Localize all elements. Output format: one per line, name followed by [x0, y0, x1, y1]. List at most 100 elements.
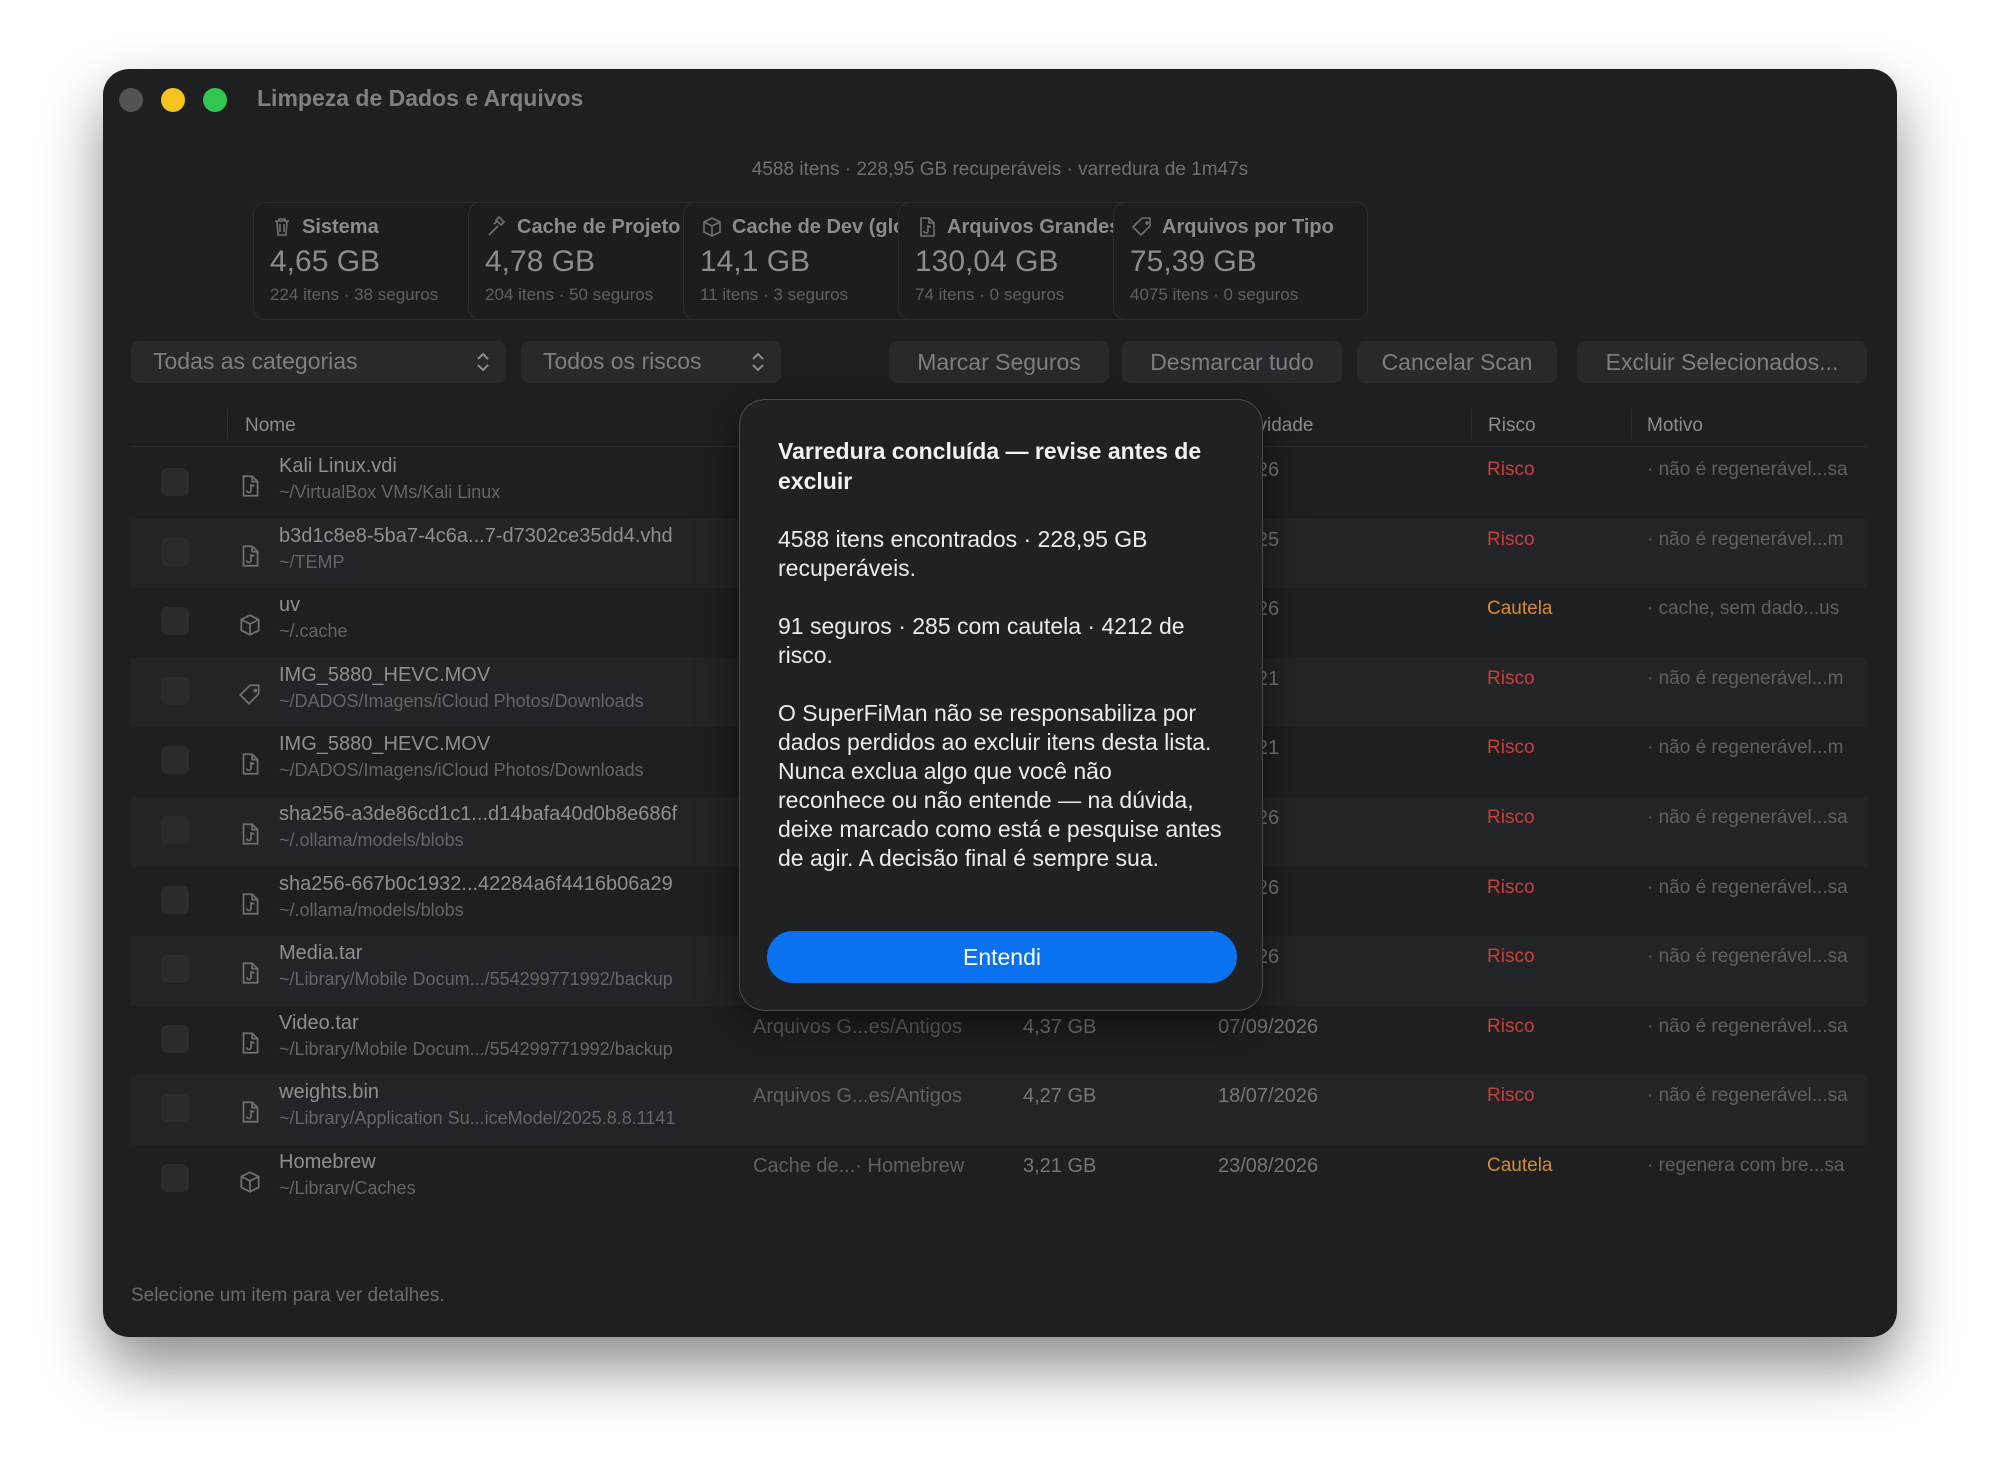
chevron-updown-icon	[477, 352, 489, 372]
row-checkbox[interactable]	[161, 1163, 189, 1192]
file-name: b3d1c8e8-5ba7-4c6a...7-d7302ce35dd4.vhd	[279, 524, 673, 547]
reason-text: · não é regenerável...m	[1647, 667, 1844, 689]
file-path: ~/DADOS/Imagens/iCloud Photos/Downloads	[279, 690, 644, 711]
file-category: Arquivos G...es/Antigos	[753, 1085, 962, 1108]
column-header-name[interactable]: Nome	[245, 415, 296, 437]
file-name: Kali Linux.vdi	[279, 455, 397, 477]
file-path: ~/Library/Mobile Docum.../554299771992/b…	[279, 969, 673, 990]
card-title: Sistema	[302, 215, 379, 238]
card-item-count: 11 itens · 3 seguros	[700, 285, 849, 304]
last-activity-date: 07/09/2026	[1218, 1015, 1319, 1038]
title-bar: Limpeza de Dados e Arquivos	[103, 69, 1897, 129]
column-divider	[1471, 409, 1472, 439]
reason-text: · não é regenerável...sa	[1647, 946, 1848, 968]
file-path: ~/Library/Application Su...iceModel/2025…	[279, 1108, 676, 1129]
reason-text: · não é regenerável...sa	[1647, 806, 1848, 828]
chevron-updown-icon	[752, 352, 764, 372]
document-icon	[242, 823, 259, 845]
dialog-risk-breakdown-text: 91 seguros · 285 com cautela · 4212 de r…	[778, 613, 1185, 668]
file-path: ~/Library/Caches	[279, 1177, 416, 1195]
row-checkbox[interactable]	[161, 746, 189, 775]
card-size-value: 4,78 GB	[485, 245, 596, 278]
card-item-count: 204 itens · 50 seguros	[485, 285, 654, 304]
hammer-icon	[488, 215, 506, 236]
card-item-count: 74 itens · 0 seguros	[915, 285, 1065, 304]
row-checkbox[interactable]	[161, 815, 189, 844]
table-row[interactable]: Homebrew ~/Library/Caches Cache de...· Hom…	[131, 1145, 1867, 1195]
table-row[interactable]: weights.bin ~/Library/Application Su...ic…	[131, 1075, 1867, 1145]
table-row[interactable]: Video.tar ~/Library/Mobile Docum.../55429…	[131, 1006, 1867, 1076]
status-footer: Selecione um item para ver detalhes.	[131, 1285, 445, 1306]
file-path: ~/.cache	[279, 621, 348, 642]
risk-badge: Risco	[1487, 946, 1535, 968]
reason-text: · não é regenerável...sa	[1647, 876, 1848, 898]
dialog-title: Varredura concluída — revise antes de ex…	[778, 438, 1202, 494]
file-size: 4,27 GB	[1023, 1085, 1097, 1108]
card-size-value: 75,39 GB	[1130, 245, 1257, 278]
row-checkbox[interactable]	[161, 468, 189, 496]
card-header: Cache de Dev (global)	[700, 215, 937, 239]
mark-safe-button[interactable]: Marcar Seguros	[889, 341, 1109, 383]
file-name: uv	[279, 594, 301, 617]
row-checkbox[interactable]	[161, 1094, 189, 1123]
document-icon	[242, 753, 259, 775]
column-header-reason[interactable]: Motivo	[1647, 415, 1703, 437]
card-header: Sistema	[270, 215, 491, 239]
reason-text: · não é regenerável...sa	[1647, 1085, 1848, 1107]
document-icon	[242, 475, 259, 497]
risk-filter-select[interactable]: Todos os riscos	[521, 341, 781, 383]
zoom-window-button[interactable]	[203, 88, 227, 112]
file-name: Homebrew	[279, 1150, 376, 1173]
card-header: Arquivos por Tipo	[1130, 215, 1351, 239]
card-item-count: 224 itens · 38 seguros	[270, 285, 439, 304]
card-title: Arquivos por Tipo	[1162, 215, 1334, 238]
risk-badge: Cautela	[1487, 598, 1553, 620]
card-header: Arquivos Grandes/Antigos	[915, 215, 1152, 239]
file-name: IMG_5880_HEVC.MOV	[279, 733, 491, 756]
file-category: Arquivos G...es/Antigos	[753, 1015, 962, 1038]
row-checkbox[interactable]	[161, 885, 189, 914]
close-window-button[interactable]	[119, 88, 143, 112]
scan-summary: 4588 itens · 228,95 GB recuperáveis · va…	[751, 159, 1249, 180]
file-path: ~/TEMP	[279, 551, 345, 572]
box-icon	[703, 217, 721, 237]
file-category: Cache de...· Homebrew	[753, 1154, 965, 1177]
trash-icon	[275, 218, 289, 236]
file-path: ~/DADOS/Imagens/iCloud Photos/Downloads	[279, 760, 644, 781]
reason-text: · não é regenerável...m	[1647, 737, 1844, 759]
risk-badge: Risco	[1487, 876, 1535, 898]
card-title: Cache de Projeto	[517, 215, 681, 238]
file-size: 4,37 GB	[1023, 1015, 1097, 1038]
understood-button[interactable]: Entendi	[767, 931, 1237, 983]
reason-text: · não é regenerável...m	[1647, 528, 1844, 550]
last-activity-date: 18/07/2026	[1218, 1085, 1319, 1108]
reason-text: · cache, sem dado...us	[1647, 598, 1840, 620]
row-checkbox[interactable]	[161, 676, 189, 705]
risk-badge: Cautela	[1487, 1154, 1553, 1176]
reason-text: · não é regenerável...sa	[1647, 459, 1848, 480]
file-path: ~/Library/Mobile Docum.../554299771992/b…	[279, 1038, 673, 1059]
minimize-window-button[interactable]	[161, 88, 185, 112]
risk-badge: Risco	[1487, 806, 1535, 828]
box-icon	[240, 1171, 260, 1193]
risk-badge: Risco	[1487, 1015, 1535, 1037]
file-size: 3,21 GB	[1023, 1154, 1097, 1177]
row-checkbox[interactable]	[161, 1024, 189, 1053]
file-name: sha256-a3de86cd1c1...d14bafa40d0b8e686f	[279, 802, 678, 825]
card-size-value: 130,04 GB	[915, 245, 1059, 278]
column-header-risk[interactable]: Risco	[1488, 415, 1536, 437]
document-icon	[920, 217, 935, 237]
row-checkbox[interactable]	[161, 537, 189, 566]
summary-card[interactable]: Arquivos por Tipo 75,39 GB 4075 itens · 0 …	[1113, 202, 1368, 320]
cancel-scan-button[interactable]: Cancelar Scan	[1357, 341, 1557, 383]
document-icon	[242, 1101, 259, 1123]
card-size-value: 14,1 GB	[700, 245, 811, 278]
row-checkbox[interactable]	[161, 607, 189, 636]
reason-text: · não é regenerável...sa	[1647, 1015, 1848, 1037]
delete-selected-button[interactable]: Excluir Selecionados...	[1577, 341, 1867, 383]
dialog-disclaimer-text: O SuperFiMan não se responsabiliza por d…	[778, 700, 1222, 871]
row-checkbox[interactable]	[161, 955, 189, 984]
unmark-all-button[interactable]: Desmarcar tudo	[1122, 341, 1342, 383]
reason-text: · regenera com bre...sa	[1647, 1154, 1845, 1176]
category-filter-select[interactable]: Todas as categorias	[131, 341, 506, 383]
